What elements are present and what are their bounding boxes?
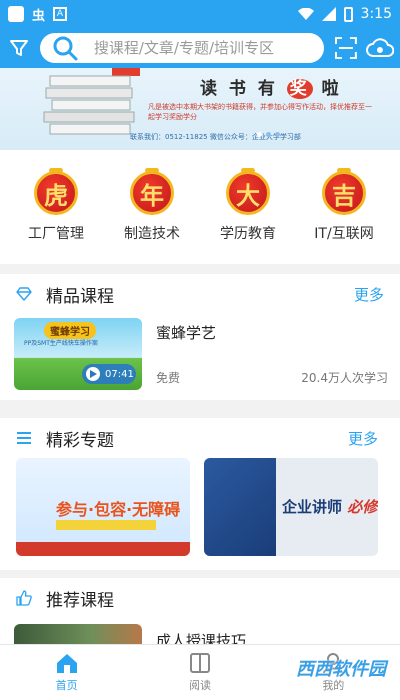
app-notification-icon: 虫: [32, 8, 46, 24]
course-name: 蜜蜂学艺: [156, 324, 217, 342]
topic-card[interactable]: 参与·包容·无障碍: [16, 458, 190, 556]
video-duration: 07:41: [105, 368, 134, 380]
course-learners: 20.4万人次学习: [301, 371, 388, 385]
course-thumbnail: 蜜蜂学习 PP及SMT生产线快车操作案 07:41: [14, 318, 142, 390]
top-search-bar: [0, 28, 400, 68]
topic-footer-bar: [16, 542, 190, 556]
banner-title: 读 书 有 奖 啦: [200, 74, 342, 99]
course-item[interactable]: 蜜蜂学习 PP及SMT生产线快车操作案 07:41 蜜蜂学艺 免费 20.4万人…: [0, 314, 400, 390]
wifi-icon: [297, 7, 314, 20]
category-label: 学历教育: [220, 226, 276, 242]
banner-dot: [275, 132, 280, 137]
books-illustration: [43, 75, 135, 135]
thumb-subtitle: PP及SMT生产线快车操作案: [24, 340, 98, 347]
category-row: 虎 工厂管理 年 制造技术 大 学历教育 吉 IT/互联网: [0, 150, 400, 264]
banner-title-highlight: 奖: [286, 79, 313, 99]
search-box[interactable]: [39, 33, 325, 63]
signal-icon: [321, 7, 336, 21]
banner-pagination: [257, 132, 280, 137]
status-time: 3:15: [360, 6, 392, 22]
recommended-section: 推荐课程 成人授课技巧: [0, 578, 400, 654]
category-label: 制造技术: [124, 226, 180, 242]
category-label: IT/互联网: [314, 226, 374, 242]
premium-more-link[interactable]: 更多: [354, 284, 384, 305]
thumb-title: 蜜蜂学习: [44, 322, 96, 339]
banner-dot: [266, 132, 271, 137]
category-label: 工厂管理: [28, 226, 84, 242]
banner-title-pre: 读 书 有: [200, 79, 287, 99]
a-notification-icon: A: [53, 7, 68, 21]
watermark-text: 西西软件园: [296, 659, 386, 680]
luck-badge-icon: 吉: [322, 168, 366, 215]
play-icon: [86, 367, 100, 381]
scan-icon[interactable]: [334, 36, 358, 60]
category-academic-education[interactable]: 大 学历教育: [203, 168, 293, 243]
battery-icon: [343, 6, 353, 22]
nav-label: 首页: [55, 679, 78, 692]
notification-square-icon: [8, 6, 24, 22]
search-icon: [53, 36, 78, 61]
topic-title-main: 企业讲师: [282, 498, 343, 516]
home-icon: [56, 654, 77, 673]
topic-title: 参与·包容·无障碍: [56, 500, 181, 519]
featured-topics-section: 精彩专题 更多 参与·包容·无障碍 企业讲师 必修: [0, 418, 400, 570]
tiger-badge-icon: 虎: [34, 168, 78, 215]
topic-band: [56, 520, 156, 530]
year-badge-icon: 年: [130, 168, 174, 215]
cloud-sync-icon[interactable]: [366, 36, 394, 60]
banner-title-post: 啦: [312, 79, 342, 99]
search-input[interactable]: [93, 39, 314, 57]
section-title: 精品课程: [46, 286, 114, 307]
list-icon: [17, 432, 31, 444]
topic-title-accent: 必修: [347, 498, 378, 516]
premium-courses-section: 精品课程 更多 蜜蜂学习 PP及SMT生产线快车操作案 07:41 蜜蜂学艺 免…: [0, 274, 400, 400]
section-title: 精彩专题: [46, 430, 114, 451]
status-bar: 虫 A 3:15: [0, 0, 400, 28]
big-badge-icon: 大: [226, 168, 270, 215]
nav-home[interactable]: 首页: [0, 645, 133, 700]
banner-dot: [257, 132, 262, 137]
category-manufacturing-tech[interactable]: 年 制造技术: [107, 168, 197, 243]
promo-banner[interactable]: 读 书 有 奖 啦 凡是被选中本期大书架的书籍获得，并参加心得写作活动，择优推荐…: [0, 68, 400, 150]
filter-icon[interactable]: [6, 36, 32, 60]
banner-subtitle: 凡是被选中本期大书架的书籍获得，并参加心得写作活动，择优推荐至一起学习奖励学分: [148, 103, 372, 121]
topic-title: 企业讲师 必修: [282, 496, 377, 517]
diamond-icon: [16, 287, 32, 301]
watermark-logo: 西西软件园: [196, 648, 386, 688]
play-duration-pill[interactable]: 07:41: [82, 364, 136, 384]
section-title: 推荐课程: [46, 590, 114, 611]
thumbs-up-icon: [16, 590, 32, 606]
course-price: 免费: [156, 371, 181, 385]
category-factory-management[interactable]: 虎 工厂管理: [11, 168, 101, 243]
topic-card[interactable]: 企业讲师 必修: [204, 458, 378, 556]
category-it-internet[interactable]: 吉 IT/互联网: [299, 168, 389, 243]
topics-more-link[interactable]: 更多: [348, 428, 378, 449]
handshake-image: [204, 458, 276, 556]
